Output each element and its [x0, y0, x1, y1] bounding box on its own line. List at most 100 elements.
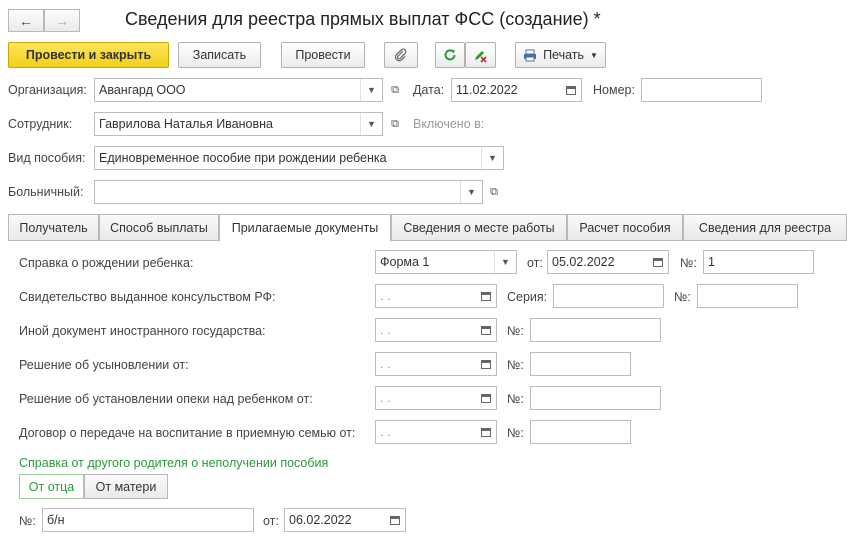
- birth-cert-date-value: 05.02.2022: [552, 255, 615, 269]
- consul-no-label: №:: [674, 290, 691, 304]
- organization-label: Организация:: [8, 83, 87, 97]
- consul-cert-date-field[interactable]: . .: [375, 284, 497, 308]
- other-parent-date-value: 06.02.2022: [289, 513, 352, 527]
- calendar-icon[interactable]: [476, 285, 496, 307]
- adoption-date-value: . .: [380, 357, 391, 371]
- consul-series-field[interactable]: [553, 284, 664, 308]
- foreign-doc-date-field[interactable]: . .: [375, 318, 497, 342]
- other-parent-number-field[interactable]: б/н: [42, 508, 254, 532]
- attach-button[interactable]: [384, 42, 418, 68]
- consul-series-label: Серия:: [507, 290, 548, 304]
- foreign-doc-date-value: . .: [380, 323, 391, 337]
- calendar-icon[interactable]: [476, 319, 496, 341]
- guardianship-number-field[interactable]: [530, 386, 661, 410]
- guardianship-no-label: №:: [507, 392, 524, 406]
- calendar-icon[interactable]: [476, 387, 496, 409]
- tab-benefit-calculation[interactable]: Расчет пособия: [567, 214, 683, 241]
- tab-recipient[interactable]: Получатель: [8, 214, 99, 241]
- open-icon[interactable]: ⧉: [485, 180, 503, 204]
- calendar-icon[interactable]: [476, 353, 496, 375]
- adoption-no-label: №:: [507, 358, 524, 372]
- foster-date-value: . .: [380, 425, 391, 439]
- employee-field[interactable]: Гаврилова Наталья Ивановна ▼: [94, 112, 383, 136]
- sick-leave-label: Больничный:: [8, 185, 84, 199]
- calendar-icon[interactable]: [648, 251, 668, 273]
- forward-button[interactable]: →: [44, 9, 80, 32]
- date-value: 11.02.2022: [456, 83, 518, 97]
- post-button[interactable]: Провести: [281, 42, 365, 68]
- print-label: Печать: [543, 48, 585, 62]
- tab-bar: Получатель Способ выплаты Прилагаемые до…: [8, 214, 847, 242]
- page-title: Сведения для реестра прямых выплат ФСС (…: [125, 9, 601, 29]
- edit-document-icon: [475, 50, 487, 63]
- benefit-type-label: Вид пособия:: [8, 151, 86, 165]
- birth-cert-form-value: Форма 1: [380, 255, 430, 269]
- tab-attached-documents[interactable]: Прилагаемые документы: [219, 214, 391, 242]
- foster-number-field[interactable]: [530, 420, 631, 444]
- guardianship-date-value: . .: [380, 391, 391, 405]
- print-button[interactable]: Печать ▼: [515, 42, 606, 68]
- employee-label: Сотрудник:: [8, 117, 73, 131]
- number-field[interactable]: [641, 78, 762, 102]
- birth-cert-number-field[interactable]: 1: [703, 250, 814, 274]
- consul-number-field[interactable]: [697, 284, 798, 308]
- refresh-icon: [444, 49, 456, 61]
- birth-cert-date-field[interactable]: 05.02.2022: [547, 250, 669, 274]
- date-field[interactable]: 11.02.2022: [451, 78, 582, 102]
- foster-date-field[interactable]: . .: [375, 420, 497, 444]
- foreign-doc-number-field[interactable]: [530, 318, 661, 342]
- adoption-date-field[interactable]: . .: [375, 352, 497, 376]
- dropdown-icon[interactable]: ▼: [360, 113, 382, 135]
- refresh-button[interactable]: [435, 42, 465, 68]
- adoption-label: Решение об усыновлении от:: [19, 358, 189, 372]
- other-parent-title: Справка от другого родителя о неполучени…: [19, 456, 329, 470]
- birth-cert-from-label: от:: [527, 256, 543, 270]
- arrow-right-icon: →: [55, 12, 69, 29]
- organization-value: Авангард ООО: [99, 83, 186, 97]
- dropdown-icon[interactable]: ▼: [460, 181, 482, 203]
- birth-cert-no-label: №:: [680, 256, 697, 270]
- dropdown-icon[interactable]: ▼: [481, 147, 503, 169]
- birth-cert-form-field[interactable]: Форма 1 ▼: [375, 250, 517, 274]
- foreign-doc-label: Иной документ иностранного государства:: [19, 324, 266, 338]
- from-mother-toggle[interactable]: От матери: [84, 474, 168, 499]
- calendar-icon[interactable]: [385, 509, 405, 531]
- guardianship-date-field[interactable]: . .: [375, 386, 497, 410]
- save-button[interactable]: Записать: [178, 42, 261, 68]
- number-label: Номер:: [593, 83, 635, 97]
- open-icon[interactable]: ⧉: [386, 78, 404, 102]
- consul-cert-date-value: . .: [380, 289, 391, 303]
- date-label: Дата:: [413, 83, 445, 97]
- dropdown-icon[interactable]: ▼: [360, 79, 382, 101]
- open-icon[interactable]: ⧉: [386, 112, 404, 136]
- tab-payment-method[interactable]: Способ выплаты: [99, 214, 219, 241]
- foster-no-label: №:: [507, 426, 524, 440]
- tab-workplace-info[interactable]: Сведения о месте работы: [391, 214, 567, 241]
- dropdown-icon[interactable]: ▼: [494, 251, 516, 273]
- other-parent-date-field[interactable]: 06.02.2022: [284, 508, 406, 532]
- back-button[interactable]: ←: [8, 9, 44, 32]
- printer-icon: [524, 49, 537, 61]
- employee-value: Гаврилова Наталья Ивановна: [99, 117, 273, 131]
- calendar-icon[interactable]: [561, 79, 581, 101]
- other-parent-from-label: от:: [263, 514, 279, 528]
- other-parent-no-label: №:: [19, 514, 36, 528]
- included-label: Включено в:: [413, 117, 485, 131]
- sick-leave-field[interactable]: ▼: [94, 180, 483, 204]
- foster-label: Договор о передаче на воспитание в прием…: [19, 426, 356, 440]
- calendar-icon[interactable]: [476, 421, 496, 443]
- benefit-type-field[interactable]: Единовременное пособие при рождении ребе…: [94, 146, 504, 170]
- consul-cert-label: Свидетельство выданное консульством РФ:: [19, 290, 276, 304]
- organization-field[interactable]: Авангард ООО ▼: [94, 78, 383, 102]
- edit-document-button[interactable]: [465, 42, 496, 68]
- from-father-toggle[interactable]: От отца: [19, 474, 84, 499]
- arrow-left-icon: ←: [19, 12, 33, 29]
- tab-registry-info[interactable]: Сведения для реестра: [683, 214, 847, 241]
- chevron-down-icon: ▼: [590, 50, 598, 60]
- adoption-number-field[interactable]: [530, 352, 631, 376]
- foreign-doc-no-label: №:: [507, 324, 524, 338]
- guardianship-label: Решение об установлении опеки над ребенк…: [19, 392, 313, 406]
- post-and-close-button[interactable]: Провести и закрыть: [8, 42, 169, 68]
- birth-cert-label: Справка о рождении ребенка:: [19, 256, 194, 270]
- paperclip-icon: [394, 48, 407, 62]
